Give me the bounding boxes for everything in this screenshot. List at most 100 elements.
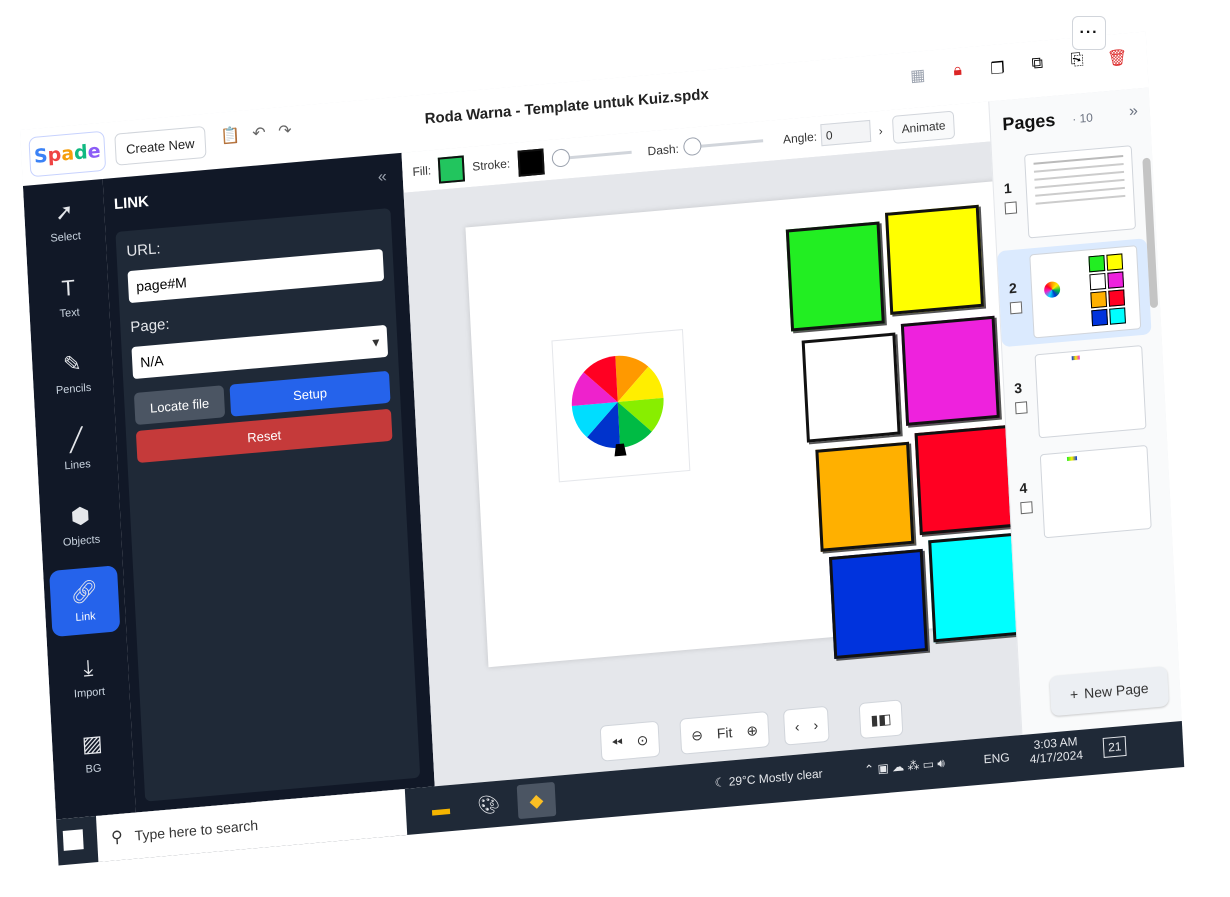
logo-letter: p [47, 143, 62, 167]
reset-zoom-icon[interactable]: ⊙ [636, 731, 649, 749]
fill-swatch[interactable] [437, 155, 466, 184]
objects-icon: ⬢ [70, 502, 91, 530]
search-icon: ⚲ [110, 828, 124, 847]
lock-icon[interactable]: 🔒︎ [947, 61, 968, 83]
angle-label: Angle: [782, 129, 818, 147]
app-window: Spade Create New 📋 ↶ ↷ Roda Warna - Temp… [20, 31, 1182, 820]
next-page-icon[interactable]: › [813, 717, 818, 733]
angle-input[interactable]: 0 [820, 119, 872, 147]
windows-start-icon[interactable] [62, 829, 84, 851]
page-checkbox[interactable] [1004, 201, 1018, 215]
language-indicator[interactable]: ENG [983, 750, 1010, 766]
rail-label: Import [73, 685, 106, 701]
page-number: 3 [1013, 379, 1023, 397]
grid-icon[interactable]: ▦ [907, 65, 928, 87]
rail-item-bg[interactable]: ▨ BG [57, 717, 128, 789]
zoom-out-icon[interactable]: ⊖ [691, 726, 704, 744]
collapse-pages-icon[interactable]: » [1129, 103, 1139, 122]
link-form: URL: page#M Page: N/A Locate file Setup … [115, 208, 421, 802]
zoom-out-all-icon[interactable]: ⏪︎ [611, 733, 623, 751]
text-icon: T [60, 274, 76, 301]
page-thumb-row[interactable]: 1 [992, 138, 1146, 247]
undo-icon[interactable]: ↶ [252, 123, 266, 144]
paste-icon[interactable]: ⎘ [1067, 51, 1088, 73]
page-nav: ‹ › [782, 705, 830, 746]
prev-page-icon[interactable]: ‹ [794, 718, 799, 734]
rail-item-text[interactable]: T Text [33, 261, 104, 333]
color-card-yellow[interactable] [885, 204, 984, 315]
page-thumbnail[interactable] [1024, 145, 1137, 239]
paint-app-icon[interactable]: 🎨︎ [469, 786, 509, 823]
zoom-controls: ⏪︎ ⊙ [599, 720, 661, 762]
rail-label: Link [75, 610, 96, 625]
stroke-swatch[interactable] [517, 148, 545, 177]
fill-label: Fill: [412, 163, 432, 179]
zoom-in-icon[interactable]: ⊕ [746, 721, 759, 739]
spade-app-icon[interactable]: ◆ [516, 781, 557, 820]
page-canvas[interactable] [465, 176, 1067, 668]
new-page-label: New Page [1083, 679, 1149, 702]
logo-letter: e [87, 140, 102, 164]
color-card-magenta[interactable] [900, 315, 1000, 426]
present-controls: ▮◧ [858, 699, 904, 740]
clock[interactable]: 3:03 AM 4/17/2024 [1029, 734, 1083, 766]
locate-file-button[interactable]: Locate file [133, 385, 226, 426]
rail-label: Pencils [55, 381, 92, 397]
file-explorer-icon[interactable]: ▬ [421, 790, 461, 827]
rail-item-select[interactable]: ➚ Select [29, 186, 100, 258]
rail-item-import[interactable]: ⤓ Import [53, 641, 124, 713]
fit-label[interactable]: Fit [716, 724, 732, 741]
pages-panel: Pages · 10 » 1 2 3 4 + New Page [988, 87, 1182, 736]
page-thumbnail[interactable] [1039, 444, 1152, 539]
rail-label: Text [59, 306, 81, 321]
page-checkbox[interactable] [1020, 501, 1033, 515]
spade-logo[interactable]: Spade [28, 130, 107, 178]
bring-front-icon[interactable]: ❐ [987, 58, 1008, 80]
collapse-panel-icon[interactable]: « [377, 168, 387, 187]
page-checkbox[interactable] [1015, 401, 1028, 415]
new-page-button[interactable]: + New Page [1049, 666, 1170, 717]
rail-label: Select [50, 230, 82, 245]
weather-widget[interactable]: ☾ 29°C Mostly clear [714, 767, 823, 790]
rail-item-pencils[interactable]: ✎ Pencils [37, 337, 108, 409]
pointer-icon: ➚ [54, 198, 75, 226]
page-select[interactable]: N/A [131, 324, 389, 380]
link-icon: 🔗︎ [69, 577, 99, 606]
more-options-button[interactable]: ··· [1072, 16, 1106, 50]
copy-icon[interactable]: ⧉ [1027, 54, 1048, 76]
tray-icons[interactable]: ⌃ ▣ ☁ ⁂ ▭ 🔊︎ [864, 756, 945, 778]
animate-button[interactable]: Animate [891, 110, 956, 144]
color-card-blue[interactable] [828, 548, 928, 660]
page-thumbnail[interactable] [1029, 245, 1142, 339]
color-wheel-image[interactable] [551, 328, 691, 483]
page-thumb-row[interactable]: 3 [1002, 338, 1156, 447]
color-card-green[interactable] [785, 221, 885, 332]
color-card-orange[interactable] [815, 441, 915, 552]
notification-icon[interactable]: 21 [1102, 735, 1127, 758]
pencil-icon: ✎ [62, 350, 83, 378]
angle-arrow-icon[interactable]: › [878, 124, 883, 138]
present-icon[interactable]: ▮◧ [870, 710, 892, 729]
color-card-red[interactable] [914, 424, 1014, 536]
rail-item-lines[interactable]: ╱ Lines [41, 413, 112, 485]
import-icon: ⤓ [82, 654, 94, 681]
create-new-button[interactable]: Create New [114, 125, 207, 166]
page-thumb-row[interactable]: 4 [1008, 438, 1162, 547]
page-thumb-row-active[interactable]: 2 [997, 238, 1152, 348]
url-input[interactable]: page#M [127, 248, 385, 304]
rail-item-objects[interactable]: ⬢ Objects [45, 489, 116, 561]
pages-count-value: 10 [1079, 110, 1094, 126]
redo-icon[interactable]: ↷ [278, 120, 292, 141]
rail-item-link[interactable]: 🔗︎ Link [49, 565, 121, 638]
clipboard-icon[interactable]: 📋 [220, 125, 241, 147]
color-wheel-icon [571, 355, 664, 457]
page-checkbox[interactable] [1009, 301, 1023, 315]
color-card-white[interactable] [801, 332, 901, 443]
dash-knob[interactable] [682, 136, 702, 157]
delete-icon[interactable]: 🗑︎ [1107, 47, 1128, 69]
page-thumbnail[interactable] [1034, 345, 1147, 439]
moon-icon: ☾ [714, 774, 730, 790]
screen: Spade Create New 📋 ↶ ↷ Roda Warna - Temp… [20, 25, 1230, 889]
pages-count: · 10 [1071, 110, 1094, 127]
stroke-width-knob[interactable] [551, 148, 571, 168]
